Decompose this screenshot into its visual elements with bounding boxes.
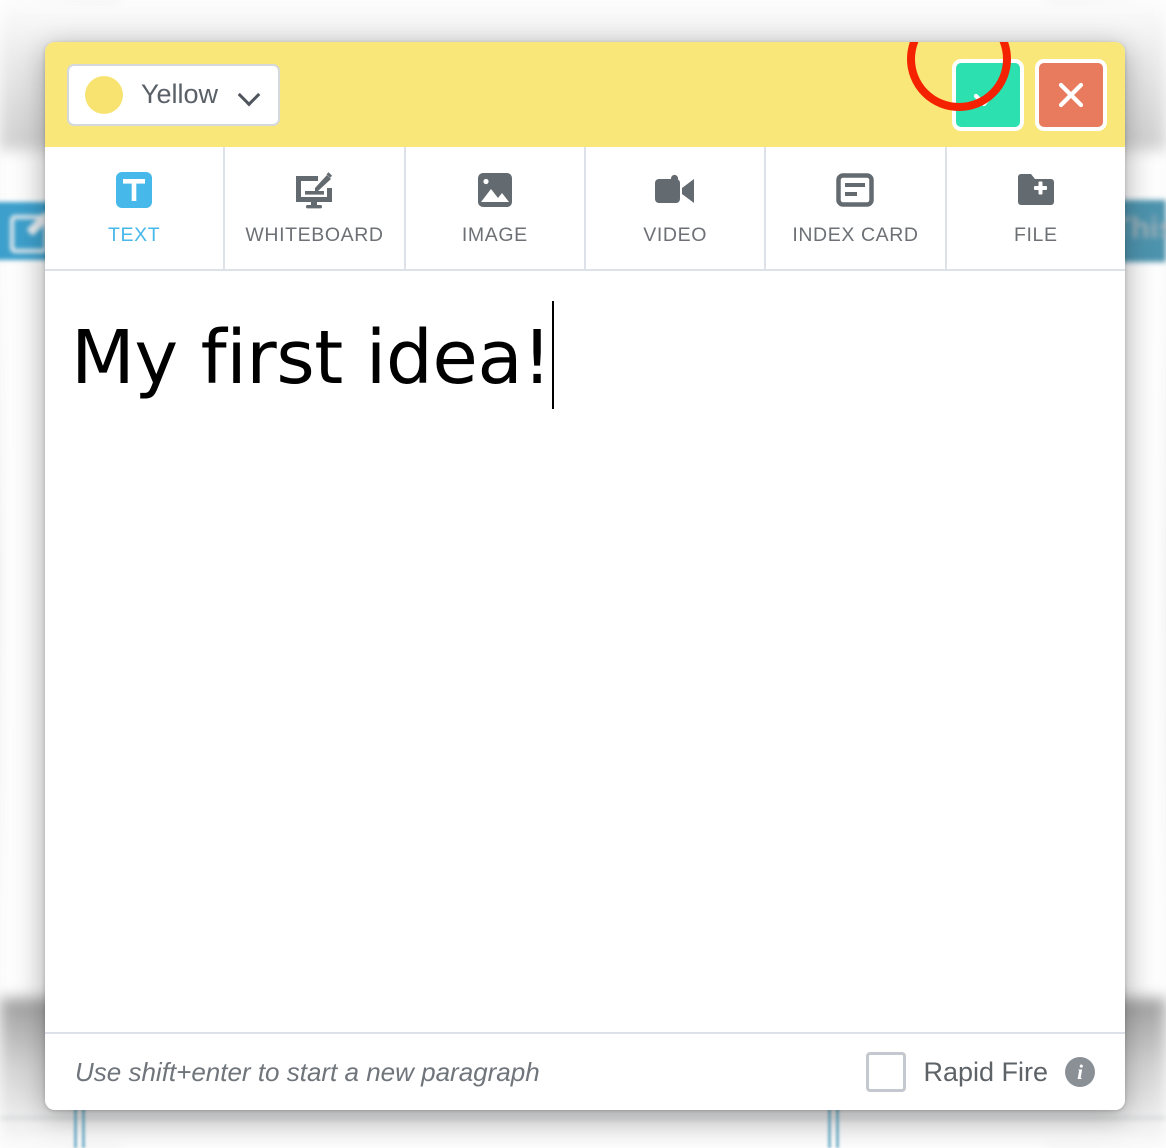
tab-text[interactable]: TEXT <box>45 147 226 269</box>
content-type-tabbar: TEXT WHITEBOARD IMAGE VIDEO INDEX CARD F… <box>45 147 1125 271</box>
background-vertical-rule <box>82 1104 85 1148</box>
tab-label: VIDEO <box>643 223 707 246</box>
background-vertical-rule <box>828 1108 831 1148</box>
editor-hint-text: Use shift+enter to start a new paragraph <box>75 1056 540 1087</box>
modal-footer: Use shift+enter to start a new paragraph… <box>45 1032 1125 1110</box>
tab-label: TEXT <box>108 223 161 246</box>
rapid-fire-checkbox[interactable] <box>866 1052 907 1092</box>
tab-whiteboard[interactable]: WHITEBOARD <box>225 147 406 269</box>
cancel-button[interactable] <box>1035 58 1107 131</box>
whiteboard-icon <box>293 170 335 210</box>
chevron-down-icon <box>240 85 260 105</box>
idea-composer-modal: Yellow TEXT WHITEBOARD IMAGE VIDEO INDEX… <box>45 42 1125 1110</box>
tab-image[interactable]: IMAGE <box>406 147 586 269</box>
text-editor-area[interactable]: My first idea! <box>45 271 1125 1032</box>
info-icon[interactable]: i <box>1065 1057 1095 1087</box>
index-card-icon <box>836 170 875 210</box>
editor-content[interactable]: My first idea! <box>71 301 555 409</box>
confirm-button[interactable] <box>952 58 1024 131</box>
tab-file[interactable]: FILE <box>947 147 1125 269</box>
video-camera-icon <box>654 170 696 210</box>
tab-label: FILE <box>1014 223 1058 246</box>
color-select-dropdown[interactable]: Yellow <box>67 63 281 126</box>
tab-video[interactable]: VIDEO <box>586 147 767 269</box>
text-caret <box>552 301 555 409</box>
rapid-fire-label: Rapid Fire <box>923 1056 1048 1087</box>
file-add-icon <box>1016 170 1056 210</box>
color-swatch-icon <box>85 75 123 114</box>
rapid-fire-group: Rapid Fire i <box>866 1052 1095 1092</box>
background-horizontal-rule <box>0 1117 1166 1119</box>
modal-header: Yellow <box>45 42 1125 147</box>
tab-index-card[interactable]: INDEX CARD <box>766 147 947 269</box>
image-icon <box>476 170 514 210</box>
tab-label: INDEX CARD <box>792 223 919 246</box>
text-t-icon <box>114 170 154 210</box>
color-select-value: Yellow <box>141 79 219 109</box>
background-vertical-rule <box>836 1108 839 1148</box>
background-vertical-rule <box>74 1104 77 1148</box>
tab-label: WHITEBOARD <box>245 223 384 246</box>
header-actions <box>907 42 1113 131</box>
tab-label: IMAGE <box>461 223 528 246</box>
editor-text-value: My first idea! <box>71 315 552 401</box>
